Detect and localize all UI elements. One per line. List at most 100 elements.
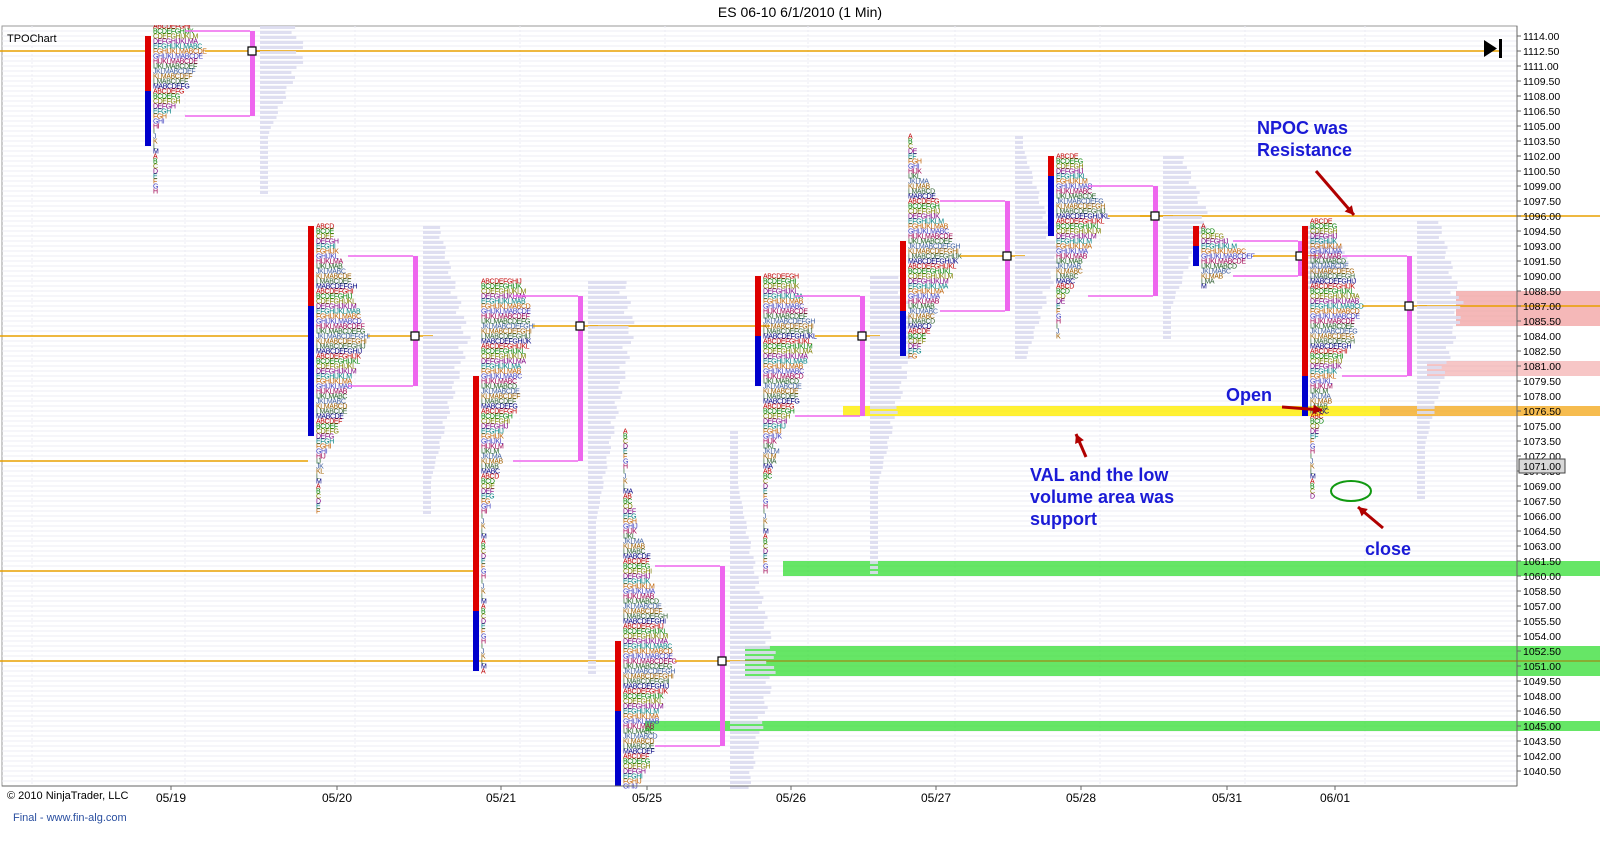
date-axis: 05/19 05/20 05/21 05/25 05/26 05/27 05/28 05/31… [2,785,1517,805]
tpo-row: M [1201,284,1207,291]
chart-canvas[interactable]: ABCDEFGHIBCDEFGHIJKCDEFGHIJKLMDEFGHIJKLM… [0,25,1600,846]
price-tick-label: 1102.00 [1523,151,1560,163]
price-axis: 1114.00 1112.50 1111.00 1109.50 1108.00 1106.… [1516,26,1566,786]
ib-bar-upper [1048,156,1054,176]
price-tick-label: 1078.00 [1523,391,1561,403]
chart-label: TPOChart [7,33,57,45]
value-area-bar [720,566,725,746]
tpo-row: GHIJ [623,784,637,791]
price-tick-label: 1111.00 [1523,61,1559,73]
ib-bar-lower [1048,176,1054,236]
date-tick-label: 05/20 [322,791,352,805]
price-tick-label: 1040.50 [1523,766,1561,778]
price-tick-label: 1091.50 [1523,256,1561,268]
price-tick-label: 1060.00 [1523,571,1561,583]
watermark-link[interactable]: Final - www.fin-alg.com [13,812,127,824]
date-tick-label: 05/25 [632,791,662,805]
price-tick-label: 1100.50 [1523,166,1560,178]
tpo-row: FG [908,354,917,361]
date-tick-label: 05/19 [156,791,186,805]
tpo-row: F [316,509,320,516]
price-tick-label: 1082.50 [1523,346,1561,358]
ib-bar-lower [1193,246,1199,266]
tpo-row: D [1310,494,1315,501]
play-end-bar [1499,39,1502,58]
price-tick-label: 1054.00 [1523,631,1561,643]
price-tick-label: 1055.50 [1523,616,1561,628]
ib-bar-upper [473,376,479,611]
tpo-row: H [153,189,158,196]
price-tick-label: 1049.50 [1523,676,1561,688]
zone-val-orange [1380,406,1600,416]
ib-bar-lower [615,711,621,786]
annotation-text: VAL and the low [1030,465,1169,485]
date-tick-label: 05/31 [1212,791,1242,805]
ib-bar-lower [755,336,761,386]
poc-marker [247,46,257,56]
price-tick-label: 1106.50 [1523,106,1560,118]
price-tick-label: 1045.00 [1523,721,1561,733]
price-tick-label: 1061.50 [1523,556,1561,568]
ib-bar-lower [900,311,906,356]
price-tick-label: 1103.50 [1523,136,1560,148]
price-tick-label: 1042.00 [1523,751,1561,763]
zone-resistance [1427,361,1600,376]
ib-bar-lower [308,306,314,436]
price-tick-label: 1057.00 [1523,601,1561,613]
poc-marker [717,656,727,666]
price-tick-label: 1093.00 [1523,241,1561,253]
chart-title: ES 06-10 6/1/2010 (1 Min) [717,4,883,20]
poc-marker [1150,211,1160,221]
price-tick-label: 1058.50 [1523,586,1561,598]
ib-bar-upper [1193,226,1199,246]
annotation-text: close [1365,539,1411,559]
price-tick-label: 1097.50 [1523,196,1561,208]
price-tick-label: 1051.00 [1523,661,1561,673]
poc-marker [575,321,585,331]
tpo-row: K [1056,334,1061,341]
ib-bar-upper [308,226,314,306]
date-tick-label: 05/21 [486,791,516,805]
value-area-bar [1153,186,1158,296]
price-tick-label: 1109.50 [1523,76,1560,88]
price-tick-label: 1105.00 [1523,121,1560,133]
price-tick-label: 1108.00 [1523,91,1560,103]
price-tick-label: 1084.00 [1523,331,1561,343]
date-tick-label: 05/28 [1066,791,1096,805]
price-tick-label: 1087.00 [1523,301,1561,313]
zone-support [645,721,1600,731]
ib-bar-upper [755,276,761,336]
price-tick-label: 1099.00 [1523,181,1561,193]
price-tick-label: 1090.00 [1523,271,1561,283]
annotation-text: Resistance [1257,140,1352,160]
poc-marker [1404,301,1414,311]
value-area-bar [1407,256,1412,376]
price-tick-label: 1052.50 [1523,646,1561,658]
price-tick-label: 1067.50 [1523,496,1561,508]
value-area-bar [250,31,255,116]
poc-marker [410,331,420,341]
poc-marker [1002,251,1012,261]
last-price-label: 1071.00 [1523,461,1561,473]
price-tick-label: 1088.50 [1523,286,1561,298]
copyright: © 2010 NinjaTrader, LLC [7,790,129,802]
price-tick-label: 1073.50 [1523,436,1561,448]
price-tick-label: 1069.00 [1523,481,1561,493]
value-area-bar [860,296,865,416]
tpo-row: A [481,669,486,676]
price-tick-label: 1046.50 [1523,706,1561,718]
price-tick-label: 1063.00 [1523,541,1561,553]
price-tick-label: 1114.00 [1523,31,1560,43]
price-tick-label: 1094.50 [1523,226,1561,238]
date-tick-label: 05/27 [921,791,951,805]
poc-marker [857,331,867,341]
tpo-row: H [763,569,768,576]
zone-support [783,561,1600,576]
price-tick-label: 1048.00 [1523,691,1561,703]
ib-bar-upper [145,36,151,91]
date-tick-label: 06/01 [1320,791,1350,805]
ib-bar-upper [1302,226,1308,376]
ib-bar-upper [615,641,621,711]
date-tick-label: 05/26 [776,791,806,805]
value-area-bar [413,256,418,386]
